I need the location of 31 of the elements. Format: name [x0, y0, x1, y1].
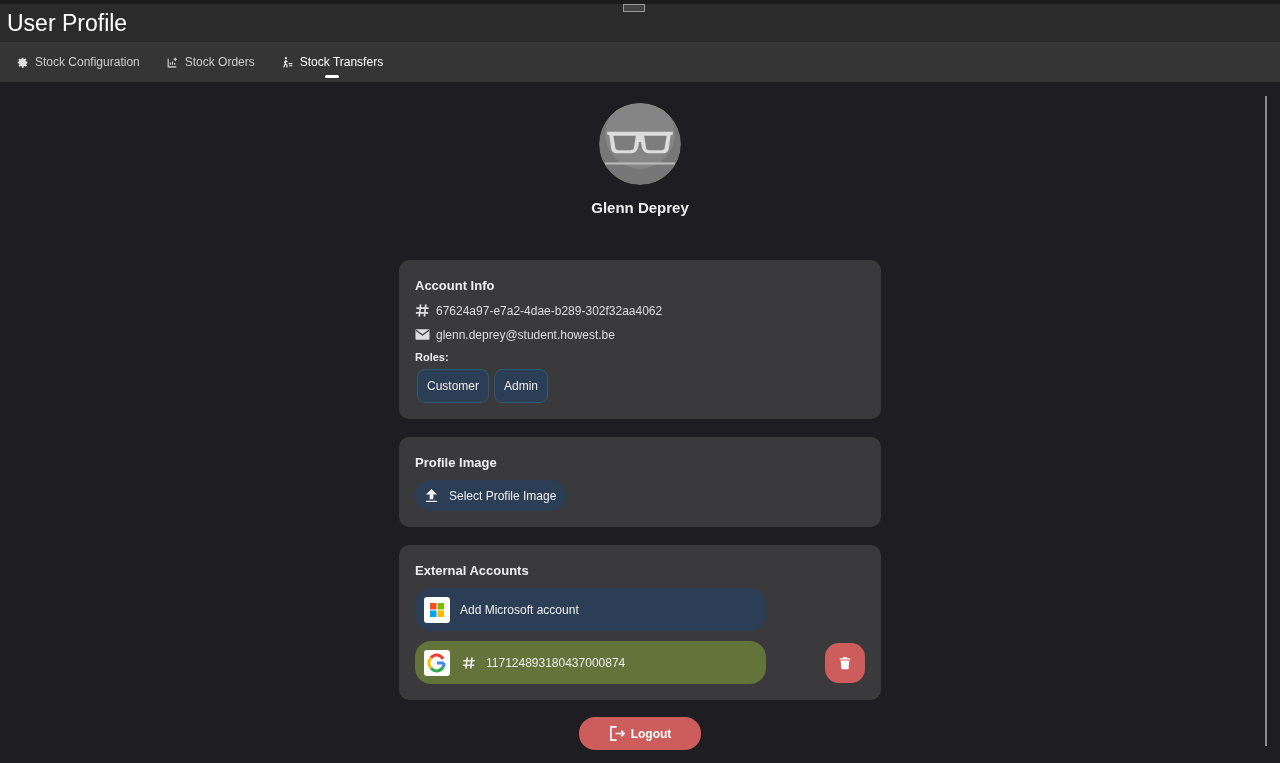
role-chip: Admin [494, 369, 549, 403]
chart-icon [165, 55, 179, 69]
window-grip-icon[interactable] [623, 4, 645, 12]
hash-icon [462, 655, 476, 670]
user-name: Glenn Deprey [591, 199, 689, 216]
nav-tab[interactable]: Stock Transfers [278, 51, 386, 78]
user-email: glenn.deprey@student.howest.be [436, 327, 615, 342]
walking-person-icon [280, 55, 294, 69]
roles-label: Roles: [415, 351, 450, 363]
user-id: 67624a97-e7a2-4dae-b289-302f32aa4062 [436, 303, 663, 318]
logout-button[interactable]: Logout [579, 717, 701, 750]
card-title: Account Info [415, 278, 496, 293]
logout-icon [608, 725, 626, 742]
trash-icon [838, 654, 852, 671]
nav-tab[interactable]: Stock Configuration [14, 51, 142, 78]
card-title: External Accounts [415, 563, 530, 578]
hash-icon [415, 303, 430, 318]
card-title: Profile Image [415, 455, 498, 470]
delete-button[interactable] [825, 642, 865, 683]
upload-icon [424, 488, 439, 503]
nav-tab[interactable]: Stock Orders [163, 51, 257, 78]
role-chip: Customer [417, 369, 489, 403]
select-image-button[interactable]: Select Profile Image [415, 480, 567, 511]
scrollbar[interactable] [1265, 96, 1267, 746]
google-logo-icon [424, 649, 450, 676]
mail-icon [415, 327, 430, 342]
add-account-button[interactable]: Add Microsoft account [415, 588, 766, 631]
linked-account[interactable]: 117124893180437000874 [415, 641, 766, 684]
window-title: User Profile [7, 9, 128, 37]
microsoft-logo-icon [424, 596, 450, 623]
gear-icon [16, 55, 29, 69]
